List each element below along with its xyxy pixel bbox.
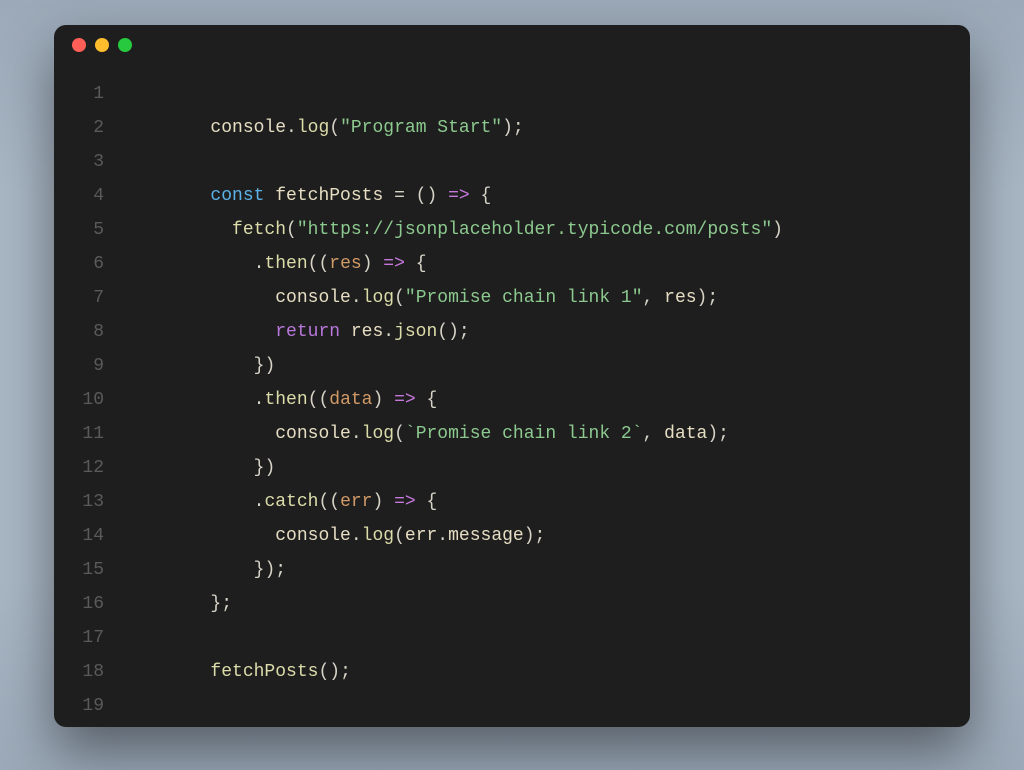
code-line: 17 fetchPosts(); xyxy=(54,621,970,655)
line-number: 19 xyxy=(54,689,124,723)
line-number: 15 xyxy=(54,553,124,587)
line-number: 1 xyxy=(54,77,124,111)
line-number: 13 xyxy=(54,485,124,519)
minimize-icon[interactable] xyxy=(95,38,109,52)
code-line: 6 console.log("Promise chain link 1", re… xyxy=(54,247,970,281)
code-window: 1 console.log("Program Start"); 2 3 cons… xyxy=(54,25,970,727)
code-line: 11 }) xyxy=(54,417,970,451)
line-number: 6 xyxy=(54,247,124,281)
code-line: 4 fetch("https://jsonplaceholder.typicod… xyxy=(54,179,970,213)
code-line: 12 .catch((err) => { xyxy=(54,451,970,485)
code-line: 14 }); xyxy=(54,519,970,553)
code-content: console.log("Program End"); xyxy=(124,689,970,727)
line-number: 5 xyxy=(54,213,124,247)
line-number: 2 xyxy=(54,111,124,145)
line-number: 8 xyxy=(54,315,124,349)
code-editor: 1 console.log("Program Start"); 2 3 cons… xyxy=(54,65,970,723)
code-line: 1 console.log("Program Start"); xyxy=(54,77,970,111)
line-number: 3 xyxy=(54,145,124,179)
line-number: 9 xyxy=(54,349,124,383)
code-line: 7 return res.json(); xyxy=(54,281,970,315)
line-number: 7 xyxy=(54,281,124,315)
zoom-icon[interactable] xyxy=(118,38,132,52)
line-number: 17 xyxy=(54,621,124,655)
line-number: 18 xyxy=(54,655,124,689)
code-line: 19 console.log("Program End"); xyxy=(54,689,970,723)
line-number: 12 xyxy=(54,451,124,485)
code-line: 9 .then((data) => { xyxy=(54,349,970,383)
code-line: 15 }; xyxy=(54,553,970,587)
code-line: 10 console.log(`Promise chain link 2`, d… xyxy=(54,383,970,417)
window-titlebar xyxy=(54,25,970,65)
line-number: 16 xyxy=(54,587,124,621)
close-icon[interactable] xyxy=(72,38,86,52)
code-line: 3 const fetchPosts = () => { xyxy=(54,145,970,179)
line-number: 11 xyxy=(54,417,124,451)
code-line: 13 console.log(err.message); xyxy=(54,485,970,519)
code-line: 5 .then((res) => { xyxy=(54,213,970,247)
line-number: 10 xyxy=(54,383,124,417)
line-number: 4 xyxy=(54,179,124,213)
line-number: 14 xyxy=(54,519,124,553)
code-line: 8 }) xyxy=(54,315,970,349)
